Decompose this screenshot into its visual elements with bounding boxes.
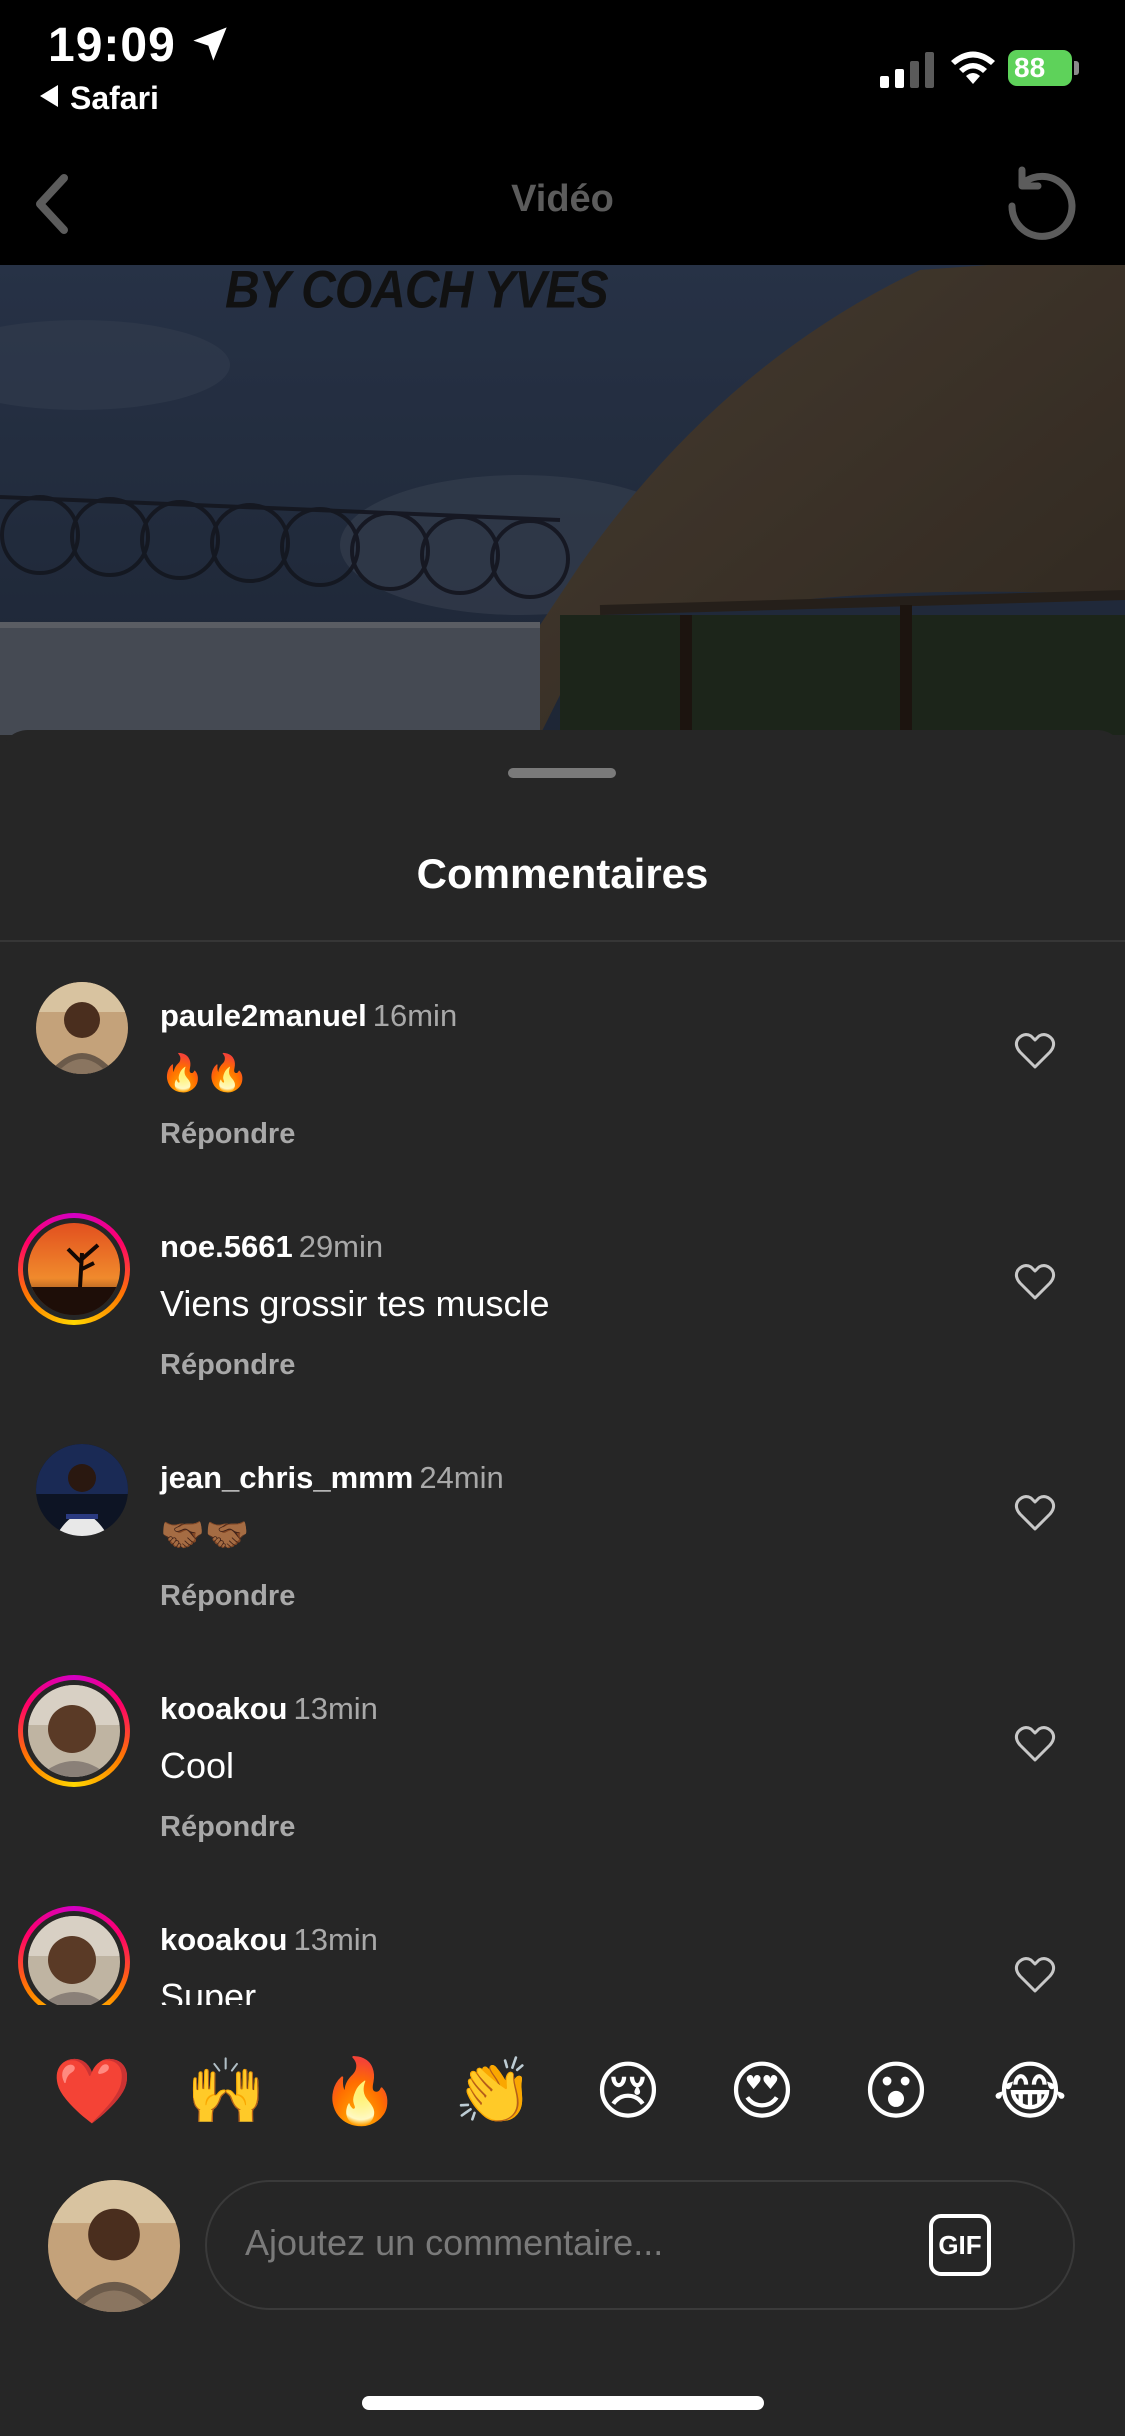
comment-item: noe.5661 29min Viens grossir tes muscle R… xyxy=(0,1213,1125,1413)
avatar-photo xyxy=(36,1444,128,1536)
comment-text: Super xyxy=(160,1976,257,2005)
avatar[interactable] xyxy=(18,1213,130,1325)
heart-icon[interactable] xyxy=(1014,1725,1056,1763)
home-indicator[interactable] xyxy=(362,2396,764,2410)
avatar[interactable] xyxy=(18,982,130,1094)
avatar[interactable] xyxy=(18,1906,130,2005)
comment-username[interactable]: kooakou xyxy=(160,1922,287,1957)
comment-time: 13min xyxy=(293,1691,378,1726)
sheet-title: Commentaires xyxy=(416,850,709,897)
comment-text: Viens grossir tes muscle xyxy=(160,1283,550,1324)
reply-button[interactable]: Répondre xyxy=(160,1580,295,1613)
location-arrow-icon xyxy=(193,27,227,61)
comment-text: 🔥🔥 xyxy=(160,1052,250,1093)
comment-header: paule2manuel 16min xyxy=(160,998,457,1034)
avatar-photo xyxy=(28,1223,120,1315)
comment-time: 16min xyxy=(372,998,458,1033)
sheet-drag-handle[interactable] xyxy=(508,768,616,778)
composer-area: ❤️ 🙌 🔥 👏 😢 😍 😮 😂 Ajoutez un commentaire.… xyxy=(0,2005,1125,2436)
reaction-fire[interactable]: 🔥 xyxy=(320,2051,400,2131)
battery-nub xyxy=(1074,61,1079,75)
reaction-raised-hands[interactable]: 🙌 xyxy=(186,2051,266,2131)
back-app-label: Safari xyxy=(70,80,159,116)
back-triangle-icon xyxy=(40,85,58,107)
comment-username[interactable]: kooakou xyxy=(160,1691,287,1726)
battery-level: 88 xyxy=(1008,50,1072,86)
my-avatar xyxy=(48,2180,180,2312)
reaction-surprised[interactable]: 😮 xyxy=(856,2051,936,2131)
gif-button[interactable]: GIF xyxy=(929,2214,991,2276)
heart-icon[interactable] xyxy=(1014,1956,1056,1994)
divider xyxy=(0,940,1125,942)
video-caption: BY COACH YVES xyxy=(225,265,609,320)
reply-button[interactable]: Répondre xyxy=(160,1349,295,1382)
comment-input-placeholder: Ajoutez un commentaire... xyxy=(245,2222,664,2263)
comment-text: 🤝🏾🤝🏾 xyxy=(160,1514,250,1555)
video-preview[interactable]: BY COACH YVES xyxy=(0,265,1125,735)
comment-username[interactable]: noe.5661 xyxy=(160,1229,293,1264)
comment-text: Cool xyxy=(160,1745,235,1786)
comment-username[interactable]: paule2manuel xyxy=(160,998,367,1033)
comment-header: kooakou 13min xyxy=(160,1922,378,1958)
video-frame xyxy=(0,265,1125,735)
wifi-icon xyxy=(951,51,995,84)
avatar[interactable] xyxy=(18,1444,130,1556)
comment-item: kooakou 13min Super xyxy=(0,1906,1125,2005)
avatar-photo xyxy=(28,1916,120,2005)
avatar[interactable] xyxy=(18,1675,130,1787)
status-time: 19:09 xyxy=(48,19,176,72)
battery-indicator: 88 xyxy=(1008,50,1079,86)
avatar-photo xyxy=(28,1685,120,1777)
reaction-clap[interactable]: 👏 xyxy=(454,2051,534,2131)
comment-time: 13min xyxy=(293,1922,378,1957)
heart-icon[interactable] xyxy=(1014,1032,1056,1070)
comment-item: kooakou 13min Cool Répondre xyxy=(0,1675,1125,1875)
comment-username[interactable]: jean_chris_mmm xyxy=(160,1460,413,1495)
reply-button[interactable]: Répondre xyxy=(160,1118,295,1151)
heart-icon[interactable] xyxy=(1014,1263,1056,1301)
nav-bar: Vidéo xyxy=(0,150,1125,265)
comment-item: paule2manuel 16min 🔥🔥 Répondre xyxy=(0,982,1125,1182)
reaction-laughing[interactable]: 😂 xyxy=(990,2051,1070,2131)
comment-input[interactable]: Ajoutez un commentaire... GIF xyxy=(205,2180,1075,2310)
comment-header: jean_chris_mmm 24min xyxy=(160,1460,504,1496)
comment-header: noe.5661 29min xyxy=(160,1229,383,1265)
status-bar: 19:09 Safari 88 xyxy=(0,0,1125,150)
comment-item: jean_chris_mmm 24min 🤝🏾🤝🏾 Répondre xyxy=(0,1444,1125,1644)
cellular-signal-icon xyxy=(880,52,934,88)
back-to-app[interactable]: Safari xyxy=(40,80,159,117)
comment-header: kooakou 13min xyxy=(160,1691,378,1727)
comment-time: 24min xyxy=(419,1460,504,1495)
avatar-photo xyxy=(36,982,128,1074)
reaction-crying[interactable]: 😢 xyxy=(588,2051,668,2131)
reaction-heart-eyes[interactable]: 😍 xyxy=(722,2051,802,2131)
reaction-heart[interactable]: ❤️ xyxy=(52,2051,132,2131)
refresh-icon[interactable] xyxy=(1000,162,1084,246)
page-title: Vidéo xyxy=(511,178,614,220)
reply-button[interactable]: Répondre xyxy=(160,1811,295,1844)
heart-icon[interactable] xyxy=(1014,1494,1056,1532)
comment-time: 29min xyxy=(298,1229,384,1264)
quick-reactions: ❤️ 🙌 🔥 👏 😢 😍 😮 😂 xyxy=(0,2005,1125,2175)
